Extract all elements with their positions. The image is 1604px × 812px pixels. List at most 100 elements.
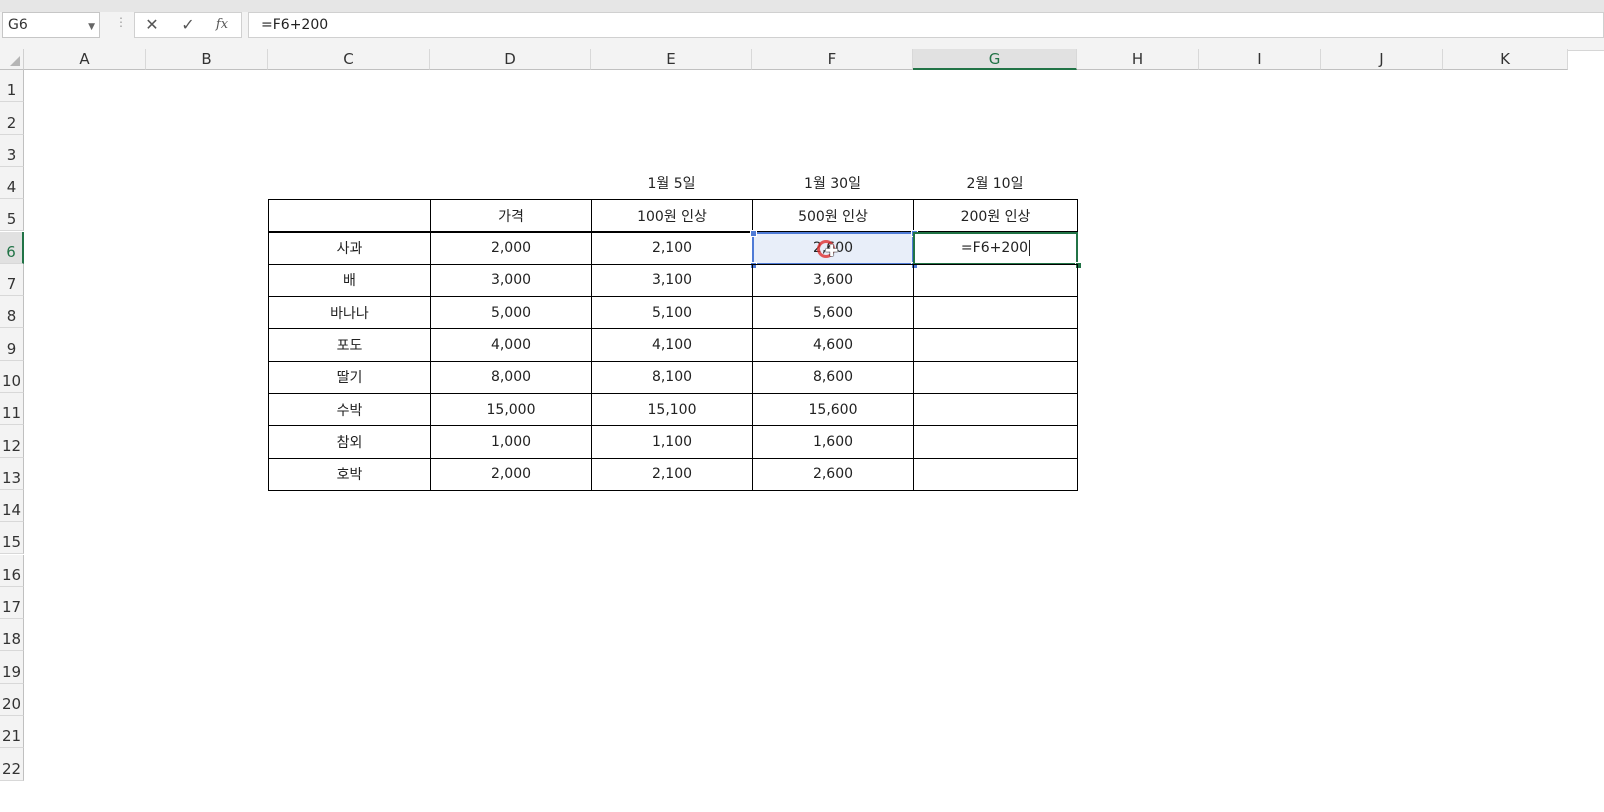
table-cell[interactable]	[913, 296, 1078, 330]
table-cell[interactable]: 2,600	[752, 457, 914, 491]
more-options-icon[interactable]: ⋮	[115, 15, 127, 29]
table-cell[interactable]: 5,600	[752, 296, 914, 330]
row-header-11[interactable]: 11	[0, 393, 24, 426]
cell-value: 1,000	[490, 433, 532, 450]
table-cell[interactable]: 수박	[268, 393, 431, 427]
chevron-down-icon[interactable]: ▼	[88, 15, 95, 39]
table-cell[interactable]: 사과	[268, 231, 431, 265]
vertical-scrollbar[interactable]	[1568, 70, 1604, 812]
column-header-b[interactable]: B	[146, 49, 268, 70]
table-cell[interactable]: 2,100	[591, 457, 753, 491]
column-header-d[interactable]: D	[430, 49, 591, 70]
table-cell[interactable]: 참외	[268, 425, 431, 459]
row-header-14[interactable]: 14	[0, 489, 24, 523]
row-header-20[interactable]: 20	[0, 683, 24, 716]
cell-value: 포도	[336, 338, 363, 355]
table-cell[interactable]	[913, 328, 1078, 362]
table-header-cell[interactable]	[268, 199, 431, 233]
reference-handle[interactable]	[750, 229, 757, 237]
cell-value: 3,100	[651, 272, 693, 289]
table-cell[interactable]: 1,600	[752, 425, 914, 459]
cell-value: 2,100	[651, 466, 693, 483]
name-box-value: G6	[8, 17, 28, 33]
cell-value: 15,600	[808, 401, 858, 418]
row-header-22[interactable]: 22	[0, 748, 24, 781]
table-header-cell[interactable]: 200원 인상	[913, 199, 1078, 233]
column-header-g[interactable]: G	[913, 49, 1077, 70]
row-header-1[interactable]: 1	[0, 70, 24, 103]
cell-value: 4,000	[490, 337, 532, 354]
row-header-7[interactable]: 7	[0, 263, 24, 297]
row-header-21[interactable]: 21	[0, 716, 24, 749]
table-cell[interactable]: 5,000	[430, 296, 592, 330]
table-cell[interactable]: 4,000	[430, 328, 592, 362]
table-cell[interactable]: 딸기	[268, 360, 431, 394]
row-header-6[interactable]: 6	[0, 231, 24, 264]
column-header-e[interactable]: E	[591, 49, 752, 70]
select-all-button[interactable]	[0, 49, 24, 70]
table-cell[interactable]: 배	[268, 263, 431, 298]
table-cell[interactable]: 바나나	[268, 296, 431, 330]
row-header-3[interactable]: 3	[0, 134, 24, 167]
row-header-12[interactable]: 12	[0, 425, 24, 458]
table-cell[interactable]: 4,600	[752, 328, 914, 362]
column-header-j[interactable]: J	[1321, 49, 1443, 70]
table-cell[interactable]: 8,100	[591, 360, 753, 394]
table-header-cell[interactable]: 100원 인상	[591, 199, 753, 233]
table-header-cell[interactable]: 500원 인상	[752, 199, 914, 233]
table-header-cell[interactable]: 가격	[430, 199, 592, 233]
table-cell[interactable]: 4,100	[591, 328, 753, 362]
cell-value: 사과	[336, 241, 363, 258]
cell-value: 4,100	[651, 337, 693, 354]
table-cell[interactable]: 8,000	[430, 360, 592, 394]
row-header-17[interactable]: 17	[0, 586, 24, 620]
select-all-icon	[10, 56, 20, 66]
table-cell[interactable]: 8,600	[752, 360, 914, 394]
table-cell[interactable]	[913, 360, 1078, 394]
table-cell[interactable]: 15,100	[591, 393, 753, 427]
column-header-i[interactable]: I	[1199, 49, 1321, 70]
row-header-9[interactable]: 9	[0, 328, 24, 361]
table-cell[interactable]: 1,000	[430, 425, 592, 459]
table-cell[interactable]: 15,600	[752, 393, 914, 427]
table-cell[interactable]: 3,600	[752, 263, 914, 298]
table-cell[interactable]: 2,000	[430, 231, 592, 265]
table-cell[interactable]: 1,100	[591, 425, 753, 459]
referenced-cell[interactable]: 2,600 ✚	[750, 229, 918, 269]
row-header-5[interactable]: 5	[0, 199, 24, 232]
table-cell[interactable]: 3,000	[430, 263, 592, 298]
table-cell[interactable]: 포도	[268, 328, 431, 362]
column-header-a[interactable]: A	[24, 49, 146, 70]
column-header-c[interactable]: C	[268, 49, 430, 70]
table-cell[interactable]: 3,100	[591, 263, 753, 298]
name-box[interactable]: G6 ▼	[2, 12, 100, 38]
cell-value: 수박	[336, 402, 363, 419]
cancel-icon[interactable]: ✕	[137, 13, 167, 37]
table-cell[interactable]: 호박	[268, 457, 431, 491]
table-cell[interactable]	[913, 457, 1078, 491]
table-cell[interactable]: 5,100	[591, 296, 753, 330]
cell-value: 3,000	[490, 272, 532, 289]
row-header-4[interactable]: 4	[0, 166, 24, 200]
row-header-2[interactable]: 2	[0, 102, 24, 135]
row-header-10[interactable]: 10	[0, 360, 24, 393]
row-header-16[interactable]: 16	[0, 554, 24, 587]
table-cell[interactable]: 15,000	[430, 393, 592, 427]
row-header-13[interactable]: 13	[0, 457, 24, 490]
active-cell-editor[interactable]: =F6+200	[913, 231, 1082, 269]
row-header-18[interactable]: 18	[0, 619, 24, 652]
table-cell[interactable]	[913, 425, 1078, 459]
insert-function-icon[interactable]: fx	[207, 13, 237, 37]
table-cell[interactable]: 2,100	[591, 231, 753, 265]
table-cell[interactable]: 2,000	[430, 457, 592, 491]
enter-icon[interactable]: ✓	[173, 13, 203, 37]
row-header-15[interactable]: 15	[0, 522, 24, 555]
column-header-h[interactable]: H	[1077, 49, 1199, 70]
column-header-k[interactable]: K	[1443, 49, 1568, 70]
row-header-19[interactable]: 19	[0, 651, 24, 684]
table-cell[interactable]	[913, 263, 1078, 298]
column-header-f[interactable]: F	[752, 49, 913, 70]
formula-input[interactable]: =F6+200	[248, 12, 1604, 38]
row-header-8[interactable]: 8	[0, 296, 24, 329]
table-cell[interactable]	[913, 393, 1078, 427]
